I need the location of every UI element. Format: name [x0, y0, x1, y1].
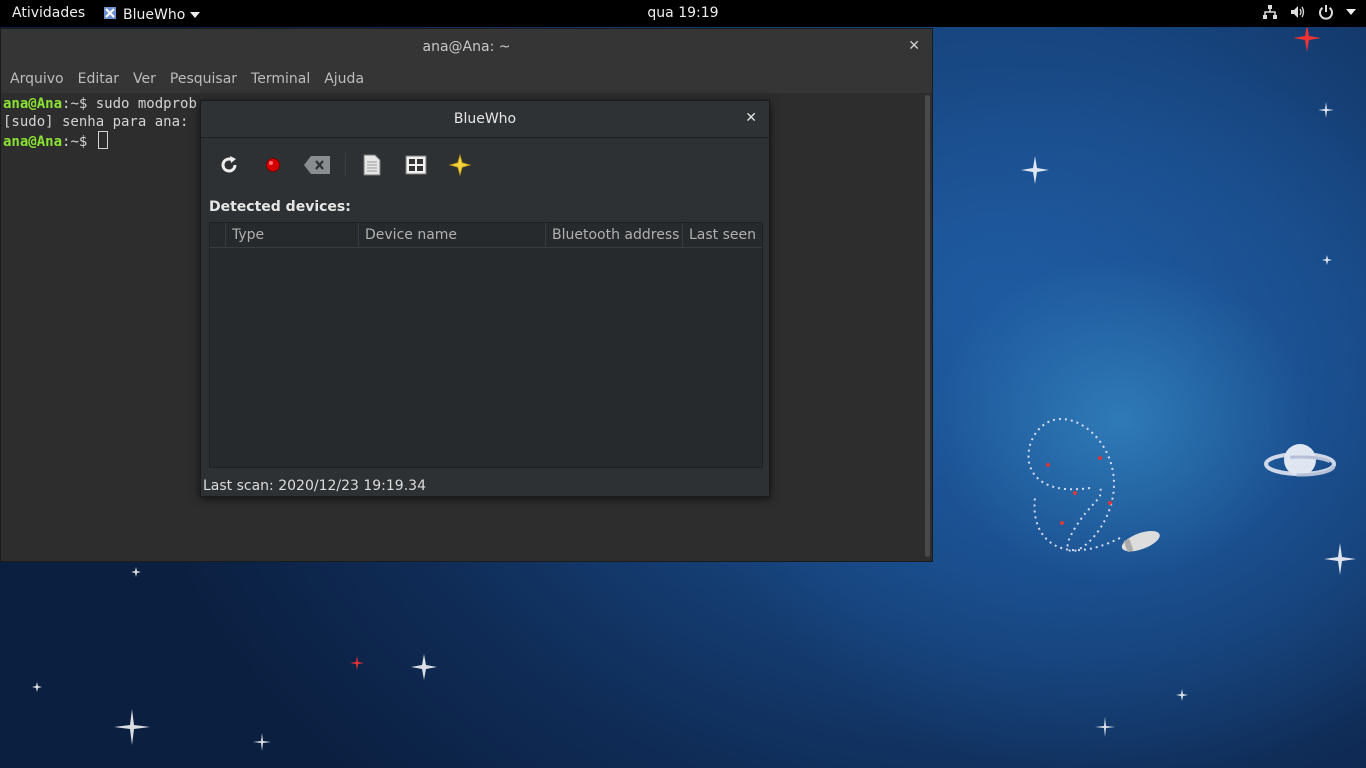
column-header-icon[interactable] — [210, 223, 226, 247]
menu-ver[interactable]: Ver — [126, 71, 163, 87]
clock[interactable]: qua 19:19 — [0, 5, 1366, 21]
clear-icon — [304, 156, 330, 174]
devices-table[interactable]: Type Device name Bluetooth address Last … — [209, 222, 763, 468]
toolbar-separator — [345, 153, 346, 177]
prompt-user: ana@Ana — [3, 134, 63, 150]
close-icon[interactable]: ✕ — [908, 38, 920, 54]
settings-button[interactable] — [400, 149, 432, 181]
network-icon[interactable] — [1262, 4, 1278, 20]
column-header-device-name[interactable]: Device name — [359, 223, 546, 247]
command-text: :~$ — [62, 134, 96, 150]
terminal-title: ana@Ana: ~ — [422, 39, 511, 55]
terminal-menubar: Arquivo Editar Ver Pesquisar Terminal Aj… — [1, 65, 932, 93]
power-icon[interactable] — [1318, 4, 1334, 20]
top-bar: Atividades BlueWho qua 19:19 — [0, 0, 1366, 27]
chevron-down-icon[interactable] — [1346, 8, 1356, 16]
clear-button[interactable] — [301, 149, 333, 181]
record-button[interactable] — [257, 149, 289, 181]
text-cursor — [97, 131, 108, 149]
about-button[interactable] — [444, 149, 476, 181]
document-icon — [363, 154, 381, 176]
terminal-scrollbar[interactable] — [925, 95, 930, 557]
status-bar: Last scan: 2020/12/23 19:19.34 — [203, 478, 426, 494]
menu-pesquisar[interactable]: Pesquisar — [163, 71, 244, 87]
bluewho-title: BlueWho — [453, 111, 517, 127]
bluewho-toolbar — [213, 149, 488, 181]
command-text: :~$ sudo modprob — [62, 96, 197, 112]
star-icon — [449, 154, 471, 176]
refresh-icon — [221, 156, 237, 173]
column-header-last-seen[interactable]: Last seen — [683, 223, 762, 247]
column-header-bluetooth-address[interactable]: Bluetooth address — [546, 223, 683, 247]
prompt-user: ana@Ana — [3, 96, 63, 112]
system-tray[interactable] — [1262, 4, 1356, 20]
record-icon — [266, 158, 280, 172]
devices-table-header: Type Device name Bluetooth address Last … — [210, 223, 762, 248]
settings-icon — [405, 155, 427, 175]
menu-terminal[interactable]: Terminal — [244, 71, 317, 87]
menu-ajuda[interactable]: Ajuda — [317, 71, 371, 87]
terminal-titlebar[interactable]: ana@Ana: ~ ✕ — [1, 29, 932, 65]
document-button[interactable] — [356, 149, 388, 181]
close-icon[interactable]: ✕ — [745, 110, 757, 126]
menu-arquivo[interactable]: Arquivo — [3, 71, 71, 87]
bluewho-window[interactable]: BlueWho ✕ Detected devices: Type Device … — [200, 100, 770, 497]
bluewho-titlebar[interactable]: BlueWho ✕ — [201, 101, 769, 138]
column-header-type[interactable]: Type — [226, 223, 359, 247]
detected-devices-label: Detected devices: — [209, 199, 351, 215]
refresh-button[interactable] — [213, 149, 245, 181]
volume-icon[interactable] — [1290, 4, 1306, 20]
menu-editar[interactable]: Editar — [71, 71, 126, 87]
